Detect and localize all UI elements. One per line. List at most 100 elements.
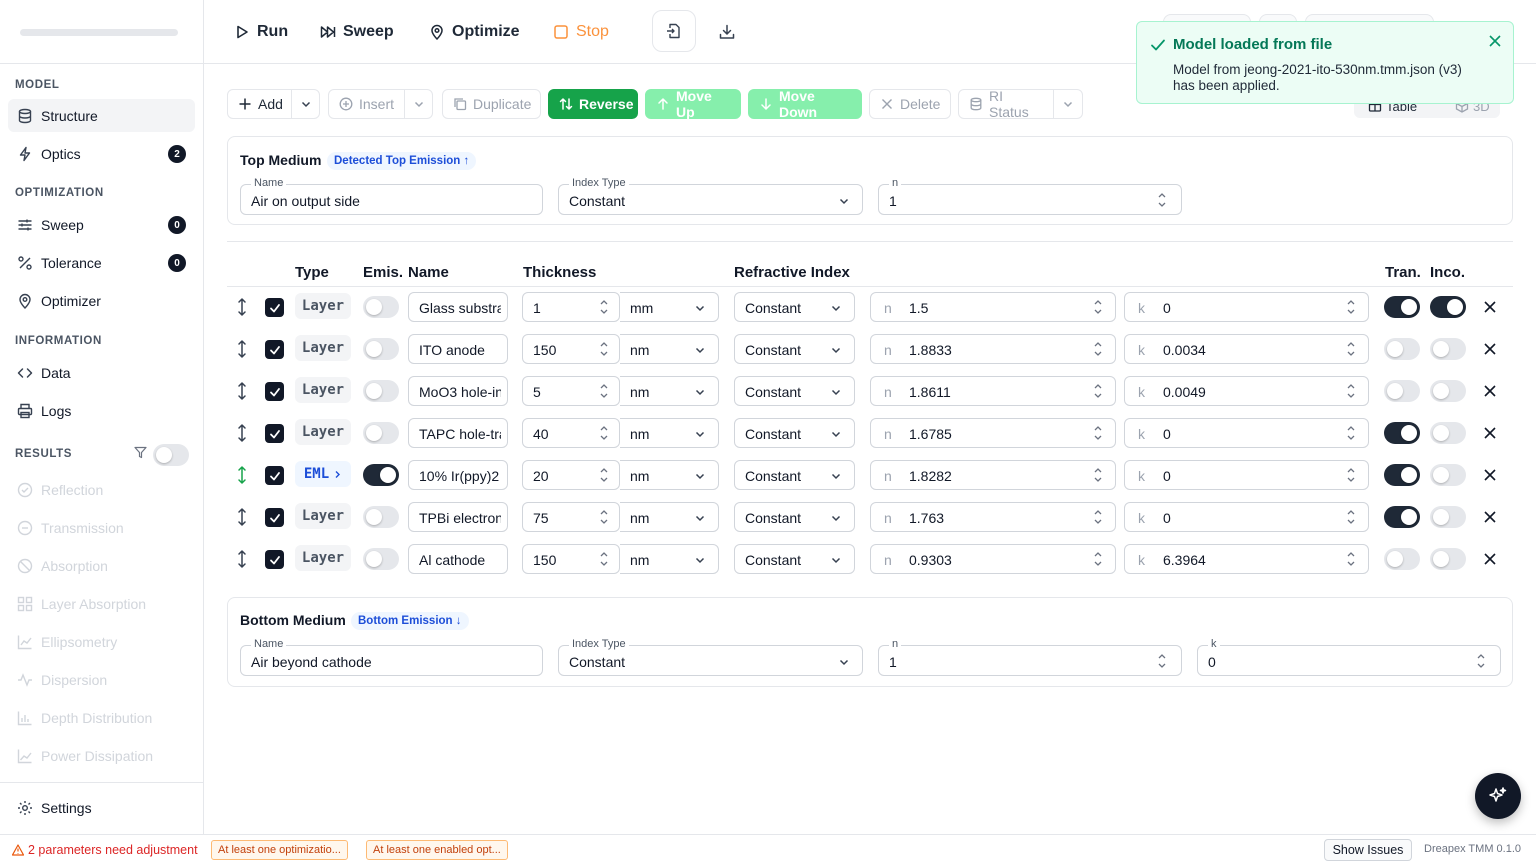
sweep-button[interactable]: Sweep <box>320 19 394 45</box>
n-input[interactable]: n 1.5 <box>870 292 1116 322</box>
stepper-icon[interactable] <box>1346 507 1356 527</box>
sidebar-item-transmission[interactable]: Transmission <box>8 511 195 544</box>
issue-chip[interactable]: At least one optimizatio... <box>211 840 348 860</box>
sidebar-item-sweep[interactable]: Sweep 0 <box>8 208 195 241</box>
n-input[interactable]: n 1.8833 <box>870 334 1116 364</box>
optimize-button[interactable]: Optimize <box>429 19 520 45</box>
sidebar-item-power-dissipation[interactable]: Power Dissipation <box>8 739 195 772</box>
stepper-icon[interactable] <box>1093 339 1103 359</box>
layer-name-input[interactable]: Glass substrate <box>408 292 508 322</box>
layer-name-input[interactable]: Al cathode <box>408 544 508 574</box>
layer-name-input[interactable]: TPBi electron <box>408 502 508 532</box>
k-input[interactable]: k0 <box>1124 418 1369 448</box>
incoherent-toggle[interactable] <box>1430 296 1466 318</box>
thickness-input[interactable]: 20 <box>522 460 620 490</box>
layer-name-input[interactable]: ITO anode <box>408 334 508 364</box>
n-input[interactable]: n 1.763 <box>870 502 1116 532</box>
emission-toggle[interactable] <box>363 506 399 528</box>
drag-handle-icon[interactable] <box>235 507 249 527</box>
sidebar-item-optimizer[interactable]: Optimizer <box>8 284 195 317</box>
stop-button[interactable]: Stop <box>553 19 609 45</box>
thickness-input[interactable]: 40 <box>522 418 620 448</box>
transparent-toggle[interactable] <box>1384 464 1420 486</box>
emission-toggle[interactable] <box>363 296 399 318</box>
stepper-icon[interactable] <box>1346 465 1356 485</box>
unit-select[interactable]: nm <box>620 460 719 490</box>
transparent-toggle[interactable] <box>1384 422 1420 444</box>
emission-toggle[interactable] <box>363 464 399 486</box>
insert-button[interactable]: Insert <box>328 89 405 119</box>
transparent-toggle[interactable] <box>1384 338 1420 360</box>
stepper-icon[interactable] <box>599 465 609 485</box>
thickness-input[interactable]: 1 <box>522 292 620 322</box>
sidebar-item-logs[interactable]: Logs <box>8 394 195 427</box>
unit-select[interactable]: nm <box>620 544 719 574</box>
layer-enabled-checkbox[interactable] <box>265 424 284 443</box>
show-issues-button[interactable]: Show Issues <box>1324 839 1412 861</box>
delete-row-icon[interactable] <box>1483 510 1497 524</box>
reverse-button[interactable]: Reverse <box>548 89 638 119</box>
warning-summary[interactable]: 2 parameters need adjustment <box>12 843 198 857</box>
sidebar-item-reflection[interactable]: Reflection <box>8 473 195 506</box>
drag-handle-icon[interactable] <box>235 339 249 359</box>
duplicate-button[interactable]: Duplicate <box>442 89 541 119</box>
stepper-icon[interactable] <box>1346 423 1356 443</box>
delete-row-icon[interactable] <box>1483 300 1497 314</box>
stepper-icon[interactable] <box>1346 549 1356 569</box>
stepper-icon[interactable] <box>599 549 609 569</box>
drag-handle-icon[interactable] <box>235 297 249 317</box>
incoherent-toggle[interactable] <box>1430 464 1466 486</box>
stepper-icon[interactable] <box>599 339 609 359</box>
k-input[interactable]: k 0.0034 <box>1124 334 1369 364</box>
transparent-toggle[interactable] <box>1384 296 1420 318</box>
n-input[interactable]: n 1.8611 <box>870 376 1116 406</box>
stepper-icon[interactable] <box>599 381 609 401</box>
sidebar-item-ellipsometry[interactable]: Ellipsometry <box>8 625 195 658</box>
k-input[interactable]: k 6.3964 <box>1124 544 1369 574</box>
transparent-toggle[interactable] <box>1384 548 1420 570</box>
stepper-icon[interactable] <box>1157 651 1167 671</box>
drag-handle-icon[interactable] <box>235 423 249 443</box>
issue-chip[interactable]: At least one enabled opt... <box>366 840 508 860</box>
incoherent-toggle[interactable] <box>1430 422 1466 444</box>
download-button[interactable] <box>717 22 737 42</box>
move-down-button[interactable]: Move Down <box>748 88 862 120</box>
layer-type-eml-badge[interactable]: EML <box>295 461 351 487</box>
bottom-medium-n-input[interactable]: n 1 <box>878 638 1182 676</box>
bottom-medium-name-field[interactable]: Name Air beyond cathode <box>240 638 543 676</box>
ri-status-button[interactable]: RI Status <box>958 88 1054 120</box>
stepper-icon[interactable] <box>1093 507 1103 527</box>
unit-select[interactable]: nm <box>620 334 719 364</box>
layer-enabled-checkbox[interactable] <box>265 466 284 485</box>
sidebar-item-dispersion[interactable]: Dispersion <box>8 663 195 696</box>
sidebar-item-optics[interactable]: Optics 2 <box>8 137 195 170</box>
ri-type-select[interactable]: Constant <box>734 376 855 406</box>
stepper-icon[interactable] <box>1093 297 1103 317</box>
thickness-input[interactable]: 150 <box>522 544 620 574</box>
incoherent-toggle[interactable] <box>1430 338 1466 360</box>
sidebar-item-depth-distribution[interactable]: Depth Distribution <box>8 701 195 734</box>
stepper-icon[interactable] <box>1476 651 1486 671</box>
ri-status-dropdown-button[interactable] <box>1053 89 1083 119</box>
unit-select[interactable]: nm <box>620 502 719 532</box>
bottom-medium-k-input[interactable]: k 0 <box>1197 638 1501 676</box>
sidebar-item-layer-absorption[interactable]: Layer Absorption <box>8 587 195 620</box>
stepper-icon[interactable] <box>599 507 609 527</box>
insert-dropdown-button[interactable] <box>404 89 433 119</box>
drag-handle-icon[interactable] <box>235 465 249 485</box>
drag-handle-icon[interactable] <box>235 381 249 401</box>
stepper-icon[interactable] <box>1346 339 1356 359</box>
n-input[interactable]: n 1.6785 <box>870 418 1116 448</box>
n-input[interactable]: n 1.8282 <box>870 460 1116 490</box>
unit-select[interactable]: nm <box>620 418 719 448</box>
thickness-input[interactable]: 5 <box>522 376 620 406</box>
add-button[interactable]: Add <box>227 89 292 119</box>
emission-toggle[interactable] <box>363 338 399 360</box>
incoherent-toggle[interactable] <box>1430 548 1466 570</box>
run-button[interactable]: Run <box>234 19 288 45</box>
ri-type-select[interactable]: Constant <box>734 418 855 448</box>
drag-handle-icon[interactable] <box>235 549 249 569</box>
n-input[interactable]: n 0.9303 <box>870 544 1116 574</box>
layer-name-input[interactable]: TAPC hole-transport <box>408 418 508 448</box>
top-medium-index-type-select[interactable]: Index Type Constant <box>558 177 863 215</box>
